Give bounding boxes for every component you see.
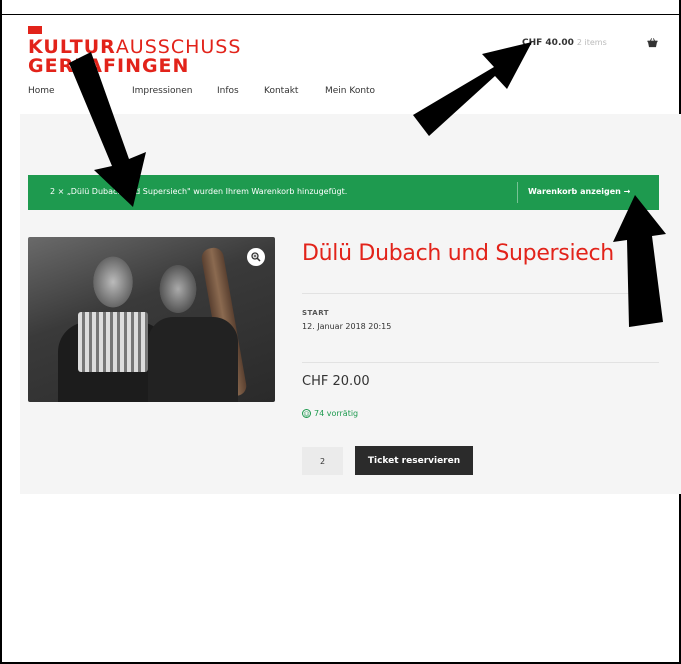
- arrow-annotation-1: [69, 52, 146, 207]
- arrow-annotation-3: [613, 195, 666, 327]
- annotation-arrows: [69, 42, 666, 327]
- arrow-annotation-2: [413, 42, 532, 136]
